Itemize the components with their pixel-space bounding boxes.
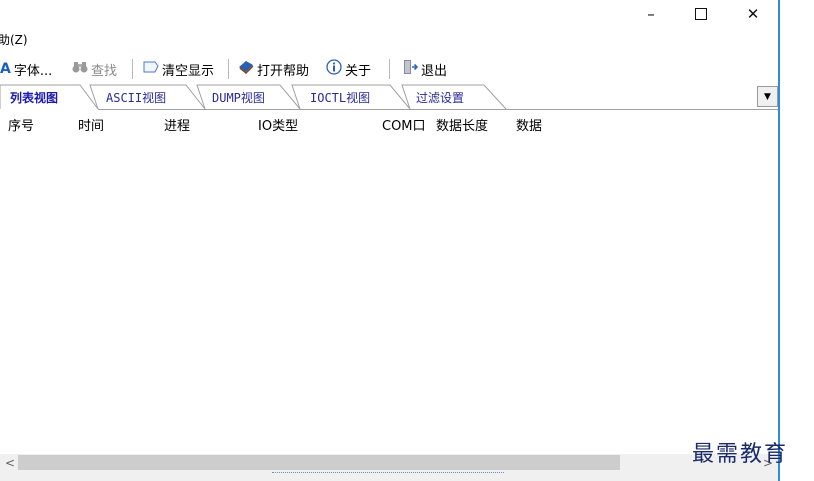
help-label: 打开帮助 — [257, 63, 310, 79]
column-header-time[interactable]: 时间 — [78, 115, 104, 134]
title-bar: – ✕ — [0, 0, 778, 28]
scroll-left-icon[interactable]: < — [2, 454, 18, 471]
tab-list-view[interactable]: 列表视图 — [10, 89, 58, 106]
toolbar-separator — [389, 59, 390, 79]
help-button[interactable]: 打开帮助 — [238, 59, 309, 79]
clear-button[interactable]: 清空显示 — [143, 59, 214, 79]
tab-dump-view[interactable]: DUMP视图 — [212, 89, 265, 106]
info-icon — [326, 59, 342, 79]
find-button[interactable]: 查找 — [72, 59, 117, 79]
column-header-index[interactable]: 序号 — [8, 115, 34, 134]
font-label: 字体... — [13, 63, 53, 79]
column-header-io-type[interactable]: IO类型 — [258, 115, 298, 134]
column-header-com-port[interactable]: COM口 — [382, 115, 426, 134]
scrollbar-thumb[interactable] — [18, 455, 620, 470]
minimize-icon: – — [647, 5, 655, 23]
exit-button[interactable]: 退出 — [402, 59, 447, 79]
toolbar-separator — [132, 59, 133, 79]
minimize-button[interactable]: – — [628, 0, 674, 28]
binoculars-icon — [72, 60, 88, 78]
window-frame-edge — [778, 0, 780, 481]
clear-label: 清空显示 — [162, 63, 215, 79]
menu-help[interactable]: 助(Z) — [0, 30, 28, 50]
tab-ascii-view[interactable]: ASCII视图 — [106, 89, 166, 106]
app-window: – ✕ 助(Z) A 字体... 查找 清空显示 打开帮助 关于 退出 列表视图… — [0, 0, 778, 481]
chevron-down-icon: ▼ — [764, 91, 771, 102]
font-button[interactable]: A 字体... — [0, 59, 52, 79]
find-label: 查找 — [91, 63, 118, 79]
close-button[interactable]: ✕ — [730, 0, 776, 28]
column-header-process[interactable]: 进程 — [164, 115, 190, 134]
exit-label: 退出 — [421, 63, 448, 79]
font-icon: A — [0, 61, 11, 77]
about-label: 关于 — [345, 63, 372, 79]
tab-filter-settings[interactable]: 过滤设置 — [416, 89, 464, 106]
toolbar-separator — [228, 59, 229, 79]
maximize-button[interactable] — [678, 0, 724, 28]
status-focus-mark — [272, 472, 504, 479]
exit-door-icon — [402, 59, 419, 79]
list-body[interactable] — [0, 136, 778, 454]
tab-ioctl-view[interactable]: IOCTL视图 — [310, 89, 370, 106]
eraser-icon — [143, 60, 159, 78]
list-header: 序号 时间 进程 IO类型 COM口 数据长度 数据 — [0, 112, 778, 136]
tab-baseline — [98, 109, 778, 110]
tab-dropdown-button[interactable]: ▼ — [757, 86, 778, 107]
book-icon — [238, 60, 254, 78]
close-icon: ✕ — [746, 5, 760, 23]
tab-strip: 列表视图 ASCII视图 DUMP视图 IOCTL视图 过滤设置 ▼ — [0, 84, 778, 110]
toolbar: A 字体... 查找 清空显示 打开帮助 关于 退出 — [0, 56, 778, 82]
maximize-icon — [695, 8, 707, 20]
horizontal-scrollbar[interactable]: < > — [0, 454, 778, 471]
column-header-data[interactable]: 数据 — [516, 115, 542, 134]
watermark-text: 最需教育 — [692, 442, 789, 467]
about-button[interactable]: 关于 — [326, 59, 371, 79]
column-header-data-length[interactable]: 数据长度 — [436, 115, 488, 134]
